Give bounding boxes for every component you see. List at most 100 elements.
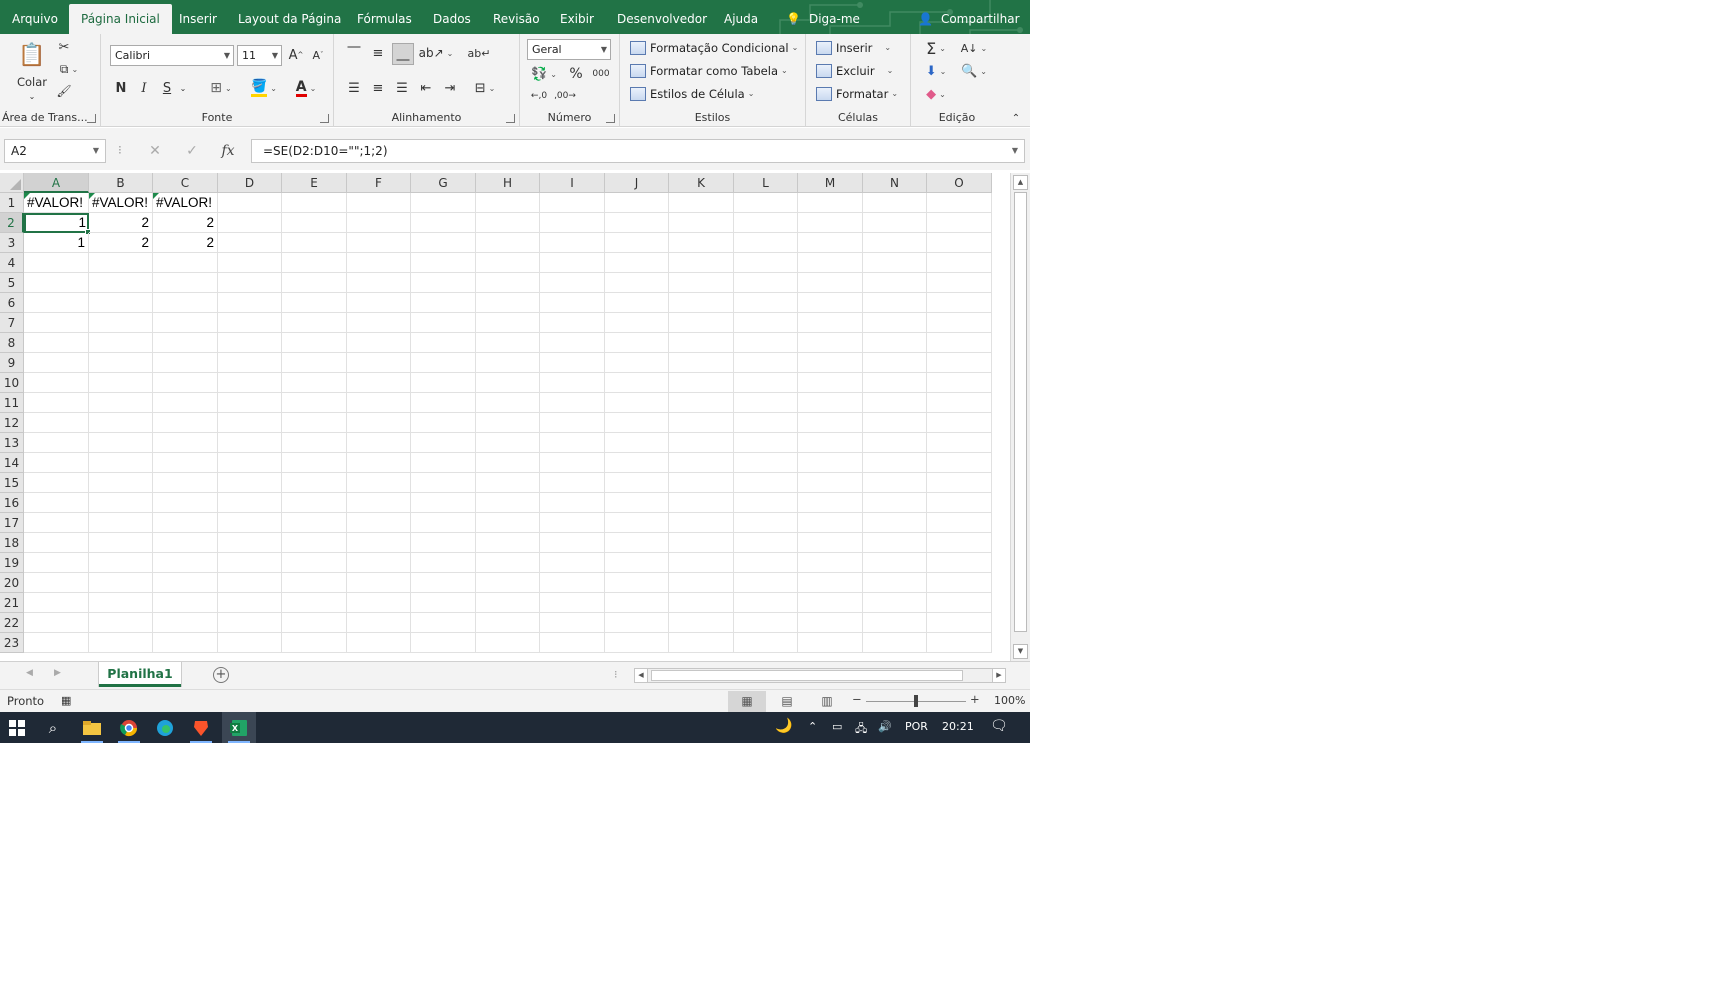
cell-b5[interactable] xyxy=(89,273,153,293)
cell-d8[interactable] xyxy=(218,333,282,353)
scroll-left-icon[interactable]: ◀ xyxy=(635,669,648,682)
cell-a4[interactable] xyxy=(24,253,89,273)
cell-f14[interactable] xyxy=(347,453,411,473)
cell-m3[interactable] xyxy=(798,233,863,253)
vertical-scroll-thumb[interactable] xyxy=(1014,192,1027,632)
cell-i20[interactable] xyxy=(540,573,605,593)
cell-b1[interactable]: #VALOR! xyxy=(89,193,153,213)
cell-c8[interactable] xyxy=(153,333,218,353)
cell-e7[interactable] xyxy=(282,313,347,333)
cell-e3[interactable] xyxy=(282,233,347,253)
scroll-up-icon[interactable]: ▲ xyxy=(1013,175,1028,190)
cell-g5[interactable] xyxy=(411,273,476,293)
cell-l17[interactable] xyxy=(734,513,798,533)
cell-b23[interactable] xyxy=(89,633,153,653)
cell-o4[interactable] xyxy=(927,253,992,273)
row-header-23[interactable]: 23 xyxy=(0,633,24,653)
cell-b2[interactable]: 2 xyxy=(89,213,153,233)
cell-i17[interactable] xyxy=(540,513,605,533)
cell-j12[interactable] xyxy=(605,413,669,433)
column-header-d[interactable]: D xyxy=(218,173,282,193)
cell-f13[interactable] xyxy=(347,433,411,453)
cell-m5[interactable] xyxy=(798,273,863,293)
cell-b3[interactable]: 2 xyxy=(89,233,153,253)
cell-j3[interactable] xyxy=(605,233,669,253)
cell-n14[interactable] xyxy=(863,453,927,473)
cell-f2[interactable] xyxy=(347,213,411,233)
cell-j11[interactable] xyxy=(605,393,669,413)
sheet-tab-planilha1[interactable]: Planilha1 xyxy=(99,662,181,687)
cell-f15[interactable] xyxy=(347,473,411,493)
shrink-font-icon[interactable]: Aˇ xyxy=(308,45,328,65)
cell-l11[interactable] xyxy=(734,393,798,413)
cell-b10[interactable] xyxy=(89,373,153,393)
cell-n8[interactable] xyxy=(863,333,927,353)
cell-o3[interactable] xyxy=(927,233,992,253)
row-header-22[interactable]: 22 xyxy=(0,613,24,633)
cell-j4[interactable] xyxy=(605,253,669,273)
cell-i13[interactable] xyxy=(540,433,605,453)
select-all-button[interactable] xyxy=(0,173,24,193)
column-header-h[interactable]: H xyxy=(476,173,540,193)
collapse-ribbon-icon[interactable]: ⌃ xyxy=(1008,111,1024,125)
cell-k10[interactable] xyxy=(669,373,734,393)
horizontal-scrollbar[interactable]: ◀ ▶ xyxy=(634,668,1006,683)
cell-c22[interactable] xyxy=(153,613,218,633)
cell-h7[interactable] xyxy=(476,313,540,333)
cell-d16[interactable] xyxy=(218,493,282,513)
cell-f1[interactable] xyxy=(347,193,411,213)
cell-k15[interactable] xyxy=(669,473,734,493)
edge-icon[interactable] xyxy=(148,712,182,743)
cell-b11[interactable] xyxy=(89,393,153,413)
cell-g11[interactable] xyxy=(411,393,476,413)
cell-n23[interactable] xyxy=(863,633,927,653)
cell-n16[interactable] xyxy=(863,493,927,513)
name-box[interactable]: A2 ▼ xyxy=(4,139,106,163)
cell-h23[interactable] xyxy=(476,633,540,653)
cell-i2[interactable] xyxy=(540,213,605,233)
insert-function-icon[interactable]: fx xyxy=(214,140,242,162)
cell-e18[interactable] xyxy=(282,533,347,553)
cell-j7[interactable] xyxy=(605,313,669,333)
cell-i8[interactable] xyxy=(540,333,605,353)
cell-o19[interactable] xyxy=(927,553,992,573)
cell-b12[interactable] xyxy=(89,413,153,433)
cell-j17[interactable] xyxy=(605,513,669,533)
row-header-20[interactable]: 20 xyxy=(0,573,24,593)
cell-h6[interactable] xyxy=(476,293,540,313)
orientation-icon[interactable]: ab↗ ⌄ xyxy=(419,43,454,63)
cell-h1[interactable] xyxy=(476,193,540,213)
number-format-select[interactable]: Geral ▼ xyxy=(527,39,611,60)
cell-g7[interactable] xyxy=(411,313,476,333)
cell-k18[interactable] xyxy=(669,533,734,553)
tab-layout-da-pagina[interactable]: Layout da Página xyxy=(226,4,353,34)
cell-i7[interactable] xyxy=(540,313,605,333)
formula-input[interactable]: =SE(D2:D10="";1;2) ▼ xyxy=(251,139,1025,163)
cell-b18[interactable] xyxy=(89,533,153,553)
clear-icon[interactable]: ◆ ⌄ xyxy=(919,84,953,104)
italic-button[interactable]: I xyxy=(135,78,153,98)
language-indicator[interactable]: POR xyxy=(905,720,928,733)
cell-k22[interactable] xyxy=(669,613,734,633)
cell-n21[interactable] xyxy=(863,593,927,613)
cell-e5[interactable] xyxy=(282,273,347,293)
cell-b6[interactable] xyxy=(89,293,153,313)
row-header-15[interactable]: 15 xyxy=(0,473,24,493)
cell-h11[interactable] xyxy=(476,393,540,413)
cell-a3[interactable]: 1 xyxy=(24,233,89,253)
cell-g15[interactable] xyxy=(411,473,476,493)
cell-o6[interactable] xyxy=(927,293,992,313)
cell-l4[interactable] xyxy=(734,253,798,273)
cell-k21[interactable] xyxy=(669,593,734,613)
tab-split-grip[interactable]: ⁝ xyxy=(614,668,618,681)
cell-l19[interactable] xyxy=(734,553,798,573)
cell-l13[interactable] xyxy=(734,433,798,453)
cell-l1[interactable] xyxy=(734,193,798,213)
cell-m20[interactable] xyxy=(798,573,863,593)
clipboard-launcher-icon[interactable] xyxy=(87,114,96,123)
cell-a16[interactable] xyxy=(24,493,89,513)
cell-e4[interactable] xyxy=(282,253,347,273)
cell-n9[interactable] xyxy=(863,353,927,373)
cell-o7[interactable] xyxy=(927,313,992,333)
increase-decimal-icon[interactable]: ←,0 xyxy=(528,86,550,106)
